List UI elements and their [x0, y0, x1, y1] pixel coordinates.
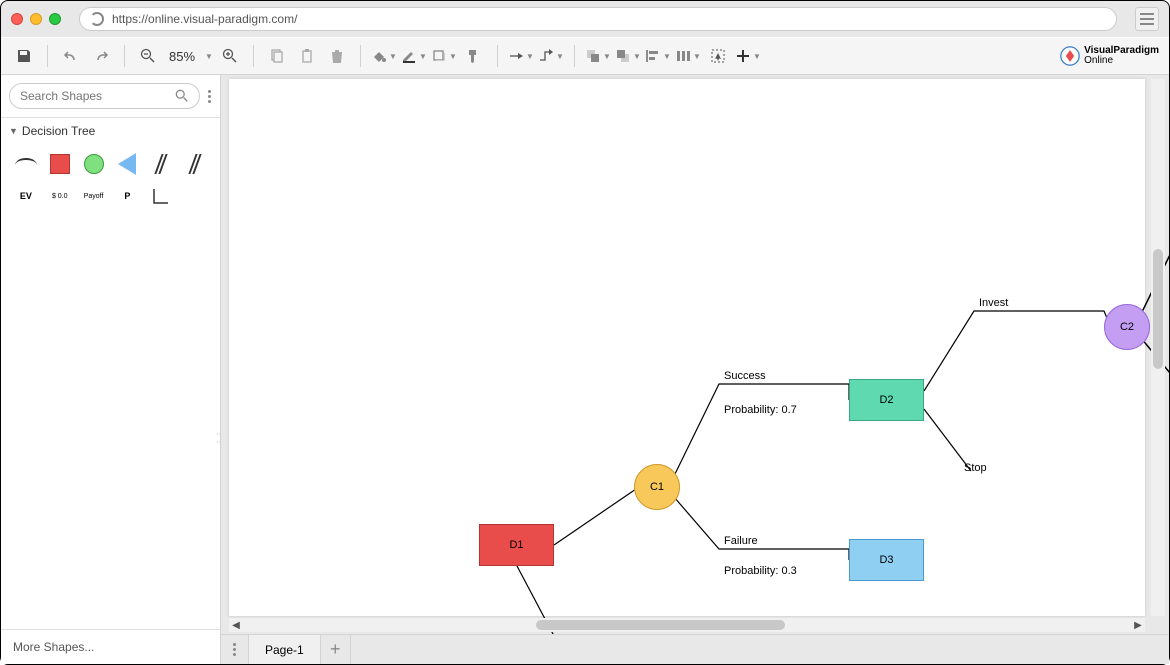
scroll-right-arrow[interactable]: ▶ [1131, 620, 1145, 631]
tab-page-1[interactable]: Page-1 [249, 635, 321, 664]
align-button[interactable]: ▼ [645, 43, 671, 69]
label-prob-07[interactable]: Probability: 0.7 [724, 404, 797, 416]
node-d2[interactable]: D2 [849, 379, 924, 421]
search-icon [175, 89, 189, 103]
search-shapes-box[interactable] [9, 83, 200, 109]
horizontal-scroll-thumb[interactable] [536, 620, 785, 630]
palette-axis-shape[interactable] [146, 182, 176, 210]
palette-end-node-shape[interactable] [113, 150, 143, 178]
shadow-button[interactable]: ▼ [431, 43, 457, 69]
zoom-dropdown-caret[interactable]: ▼ [205, 52, 213, 61]
palette-decision-node-shape[interactable] [45, 150, 75, 178]
menu-button[interactable] [1135, 7, 1159, 31]
fill-color-button[interactable]: ▼ [371, 43, 397, 69]
zoom-level[interactable]: 85% [165, 49, 199, 64]
url-text: https://online.visual-paradigm.com/ [112, 12, 297, 26]
more-shapes-link[interactable]: More Shapes... [1, 629, 220, 664]
delete-button[interactable] [324, 43, 350, 69]
sidebar: ▼ Decision Tree EV $ 0.0 Payoff P [1, 75, 221, 664]
label-failure[interactable]: Failure [724, 535, 758, 547]
format-painter-button[interactable] [461, 43, 487, 69]
add-shape-button[interactable]: ▼ [735, 43, 761, 69]
minimize-window-button[interactable] [30, 13, 42, 25]
vertical-scroll-thumb[interactable] [1153, 249, 1163, 369]
add-page-button[interactable]: + [321, 635, 351, 664]
palette-parallel-lines2-shape[interactable] [180, 150, 210, 178]
node-d1[interactable]: D1 [479, 524, 554, 566]
waypoint-button[interactable]: ▼ [538, 43, 564, 69]
vertical-scrollbar[interactable] [1151, 79, 1165, 616]
zoom-out-button[interactable] [135, 43, 161, 69]
palette-price-label[interactable]: $ 0.0 [45, 182, 75, 210]
page-tabs: Page-1 + [221, 634, 1169, 664]
zoom-in-button[interactable] [217, 43, 243, 69]
reload-icon[interactable] [90, 12, 104, 26]
palette-section-title: Decision Tree [22, 124, 95, 138]
window-controls [11, 13, 61, 25]
sidebar-more-button[interactable] [206, 90, 212, 103]
collapse-caret-icon: ▼ [9, 126, 18, 136]
toolbar: 85% ▼ ▼ ▼ ▼ [1, 37, 1169, 75]
distribute-button[interactable]: ▼ [675, 43, 701, 69]
select-region-button[interactable] [705, 43, 731, 69]
node-d3[interactable]: D3 [849, 539, 924, 581]
palette-probability-label[interactable]: P [113, 182, 143, 210]
label-success[interactable]: Success [724, 370, 766, 382]
redo-button[interactable] [88, 43, 114, 69]
undo-button[interactable] [58, 43, 84, 69]
copy-button[interactable] [264, 43, 290, 69]
palette-payoff-label[interactable]: Payoff [79, 182, 109, 210]
close-window-button[interactable] [11, 13, 23, 25]
to-back-button[interactable]: ▼ [615, 43, 641, 69]
paste-button[interactable] [294, 43, 320, 69]
line-color-button[interactable]: ▼ [401, 43, 427, 69]
palette-ev-label[interactable]: EV [11, 182, 41, 210]
diagram-canvas[interactable]: D1 C1 D2 D3 C2 Do Nothing Success Probab… [229, 79, 1145, 616]
palette-branch-shape[interactable] [11, 150, 41, 178]
tabs-menu-button[interactable] [221, 635, 249, 664]
connector-style-button[interactable]: ▼ [508, 43, 534, 69]
diagram-edges [229, 79, 1145, 616]
palette-chance-node-shape[interactable] [79, 150, 109, 178]
maximize-window-button[interactable] [49, 13, 61, 25]
url-bar[interactable]: https://online.visual-paradigm.com/ [79, 7, 1117, 31]
brand-logo[interactable]: VisualParadigm Online [1060, 46, 1159, 66]
to-front-button[interactable]: ▼ [585, 43, 611, 69]
node-c1[interactable]: C1 [634, 464, 680, 510]
label-invest[interactable]: Invest [979, 297, 1008, 309]
search-shapes-input[interactable] [20, 89, 175, 103]
palette-parallel-lines-shape[interactable] [146, 150, 176, 178]
brand-text: VisualParadigm Online [1084, 46, 1159, 66]
node-c2[interactable]: C2 [1104, 304, 1150, 350]
label-prob-03[interactable]: Probability: 0.3 [724, 565, 797, 577]
save-button[interactable] [11, 43, 37, 69]
scroll-left-arrow[interactable]: ◀ [229, 620, 243, 631]
titlebar: https://online.visual-paradigm.com/ [1, 1, 1169, 37]
horizontal-scrollbar[interactable]: ◀ ▶ [229, 618, 1145, 632]
canvas-area[interactable]: D1 C1 D2 D3 C2 Do Nothing Success Probab… [221, 75, 1169, 634]
label-stop[interactable]: Stop [964, 462, 987, 474]
palette-section-header[interactable]: ▼ Decision Tree [1, 118, 220, 144]
